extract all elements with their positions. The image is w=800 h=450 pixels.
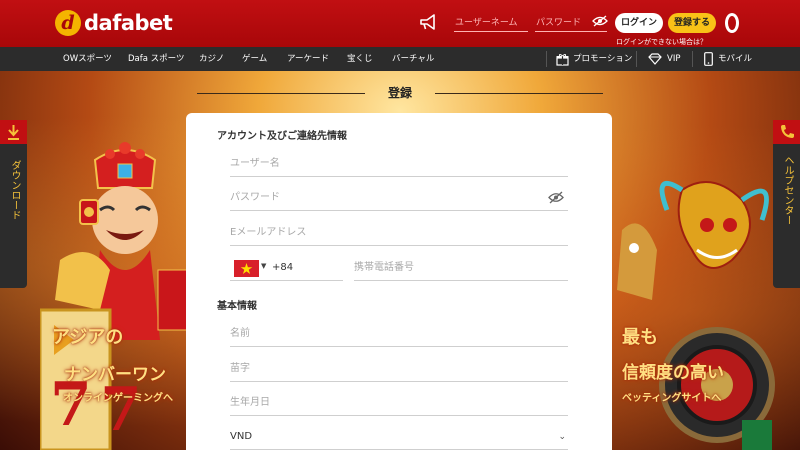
nav-item-games[interactable]: ゲーム xyxy=(242,47,267,71)
first-name-field[interactable]: 名前 xyxy=(230,321,568,347)
title-divider-left xyxy=(197,93,365,94)
download-icon-box xyxy=(0,120,27,144)
email-field[interactable]: Eメールアドレス xyxy=(230,220,568,246)
download-side-tab[interactable]: ダウンロード xyxy=(0,120,27,288)
promo-left-line2: ナンバーワン xyxy=(64,365,166,385)
nav-promotions[interactable]: プロモーション xyxy=(556,47,632,71)
logo-text: dafabet xyxy=(84,11,173,35)
dragon-roulette-illustration xyxy=(617,180,775,450)
nav-item-lottery[interactable]: 宝くじ xyxy=(347,47,373,71)
nav-divider xyxy=(546,51,547,67)
chevron-down-icon: ▼ xyxy=(261,262,267,270)
eye-slash-icon[interactable] xyxy=(592,15,608,27)
top-header: d dafabet ユーザーネーム パスワード ログイン 登録する ログインがで… xyxy=(0,0,800,47)
main-nav: OWスポーツ Dafa スポーツ カジノ ゲーム アーケード 宝くじ バーチャル… xyxy=(0,47,800,71)
nav-promotions-label: プロモーション xyxy=(573,54,633,64)
gift-icon xyxy=(556,53,569,66)
section-heading-contact: アカウント及びご連絡先情報 xyxy=(217,131,347,142)
language-icon[interactable] xyxy=(725,13,739,33)
country-code-value: +84 xyxy=(272,262,294,273)
registration-form: アカウント及びご連絡先情報 ユーザー名 パスワード Eメールアドレス ▼ +84… xyxy=(186,113,612,450)
nav-divider xyxy=(692,51,693,67)
help-center-label: ヘルプセンター xyxy=(782,155,793,225)
section-heading-basic: 基本情報 xyxy=(217,301,257,312)
title-divider-right xyxy=(435,93,603,94)
promo-right-line2: 信頼度の高い xyxy=(622,363,724,383)
currency-value: VND xyxy=(230,431,253,442)
help-side-tab[interactable]: ヘルプセンター xyxy=(773,120,800,288)
password-placeholder: パスワード xyxy=(230,192,280,203)
nav-mobile-label: モバイル xyxy=(718,54,753,64)
date-of-birth-field[interactable]: 生年月日 xyxy=(230,390,568,416)
eye-slash-icon[interactable] xyxy=(548,191,564,204)
dafabet-logo[interactable]: d dafabet xyxy=(55,10,173,36)
nav-mobile[interactable]: モバイル xyxy=(704,47,752,71)
currency-select[interactable]: VND ⌄ xyxy=(230,424,568,450)
nav-item-casino[interactable]: カジノ xyxy=(199,47,224,71)
mobile-phone-icon xyxy=(704,52,713,66)
svg-text:7: 7 xyxy=(100,375,142,445)
nav-item-virtual[interactable]: バーチャル xyxy=(392,47,434,71)
phone-icon xyxy=(781,125,794,138)
username-field[interactable]: ユーザー名 xyxy=(230,151,568,177)
country-code-select[interactable]: ▼ +84 xyxy=(230,255,343,281)
promo-left-line3: オンラインゲーミングへ xyxy=(63,393,173,404)
mobile-number-field[interactable]: 携帯電話番号 xyxy=(354,255,568,281)
promo-left-line1: アジアの xyxy=(52,327,124,348)
password-field[interactable]: パスワード xyxy=(230,185,568,211)
download-label: ダウンロード xyxy=(9,160,20,220)
nav-item-arcade[interactable]: アーケード xyxy=(287,47,329,71)
nav-divider xyxy=(636,51,637,67)
vietnam-flag-icon xyxy=(234,260,259,277)
help-icon-box xyxy=(773,120,800,144)
page-title: 登録 xyxy=(387,86,412,100)
last-name-field[interactable]: 苗字 xyxy=(230,356,568,382)
logo-mark-icon: d xyxy=(55,10,81,36)
header-username-input[interactable]: ユーザーネーム xyxy=(454,14,528,32)
diamond-icon xyxy=(648,53,662,65)
forgot-login-link[interactable]: ログインができない場合は？ xyxy=(616,37,707,47)
megaphone-icon[interactable] xyxy=(419,13,439,31)
nav-vip[interactable]: VIP xyxy=(648,47,680,71)
nav-vip-label: VIP xyxy=(667,54,681,64)
login-button[interactable]: ログイン xyxy=(615,13,663,33)
promo-right-line3: ベッティングサイトへ xyxy=(622,393,722,404)
chevron-down-icon: ⌄ xyxy=(558,432,566,442)
download-icon xyxy=(8,125,19,140)
register-button[interactable]: 登録する xyxy=(668,13,716,33)
promo-right-line1: 最も xyxy=(622,327,658,348)
nav-item-dafa-sports[interactable]: Dafa スポーツ xyxy=(128,47,185,71)
nav-item-ow-sports[interactable]: OWスポーツ xyxy=(63,47,112,71)
